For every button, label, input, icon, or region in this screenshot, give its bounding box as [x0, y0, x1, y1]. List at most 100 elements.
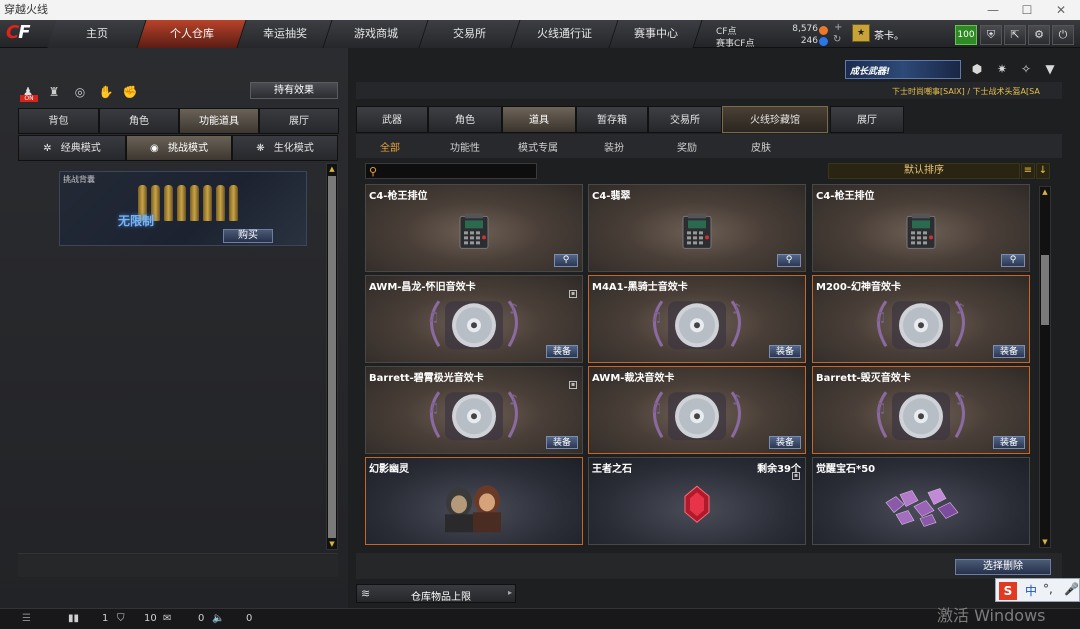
mode-tab[interactable]: ❋ 生化模式 [232, 135, 338, 161]
item-card[interactable]: AWM-裁决音效卡 ♫ ♪ 装备 [588, 366, 806, 454]
item-tab[interactable]: 展厅 [830, 106, 904, 133]
add-icon[interactable]: + [834, 22, 842, 33]
equip-button[interactable]: 装备 [545, 436, 578, 449]
featured-item-card[interactable]: 挑战背囊 无限制 购买 [59, 171, 307, 246]
emblem-icon-3[interactable]: ✧ [1018, 61, 1034, 77]
currency-panel: CF点 8,576 + 赛事CF点 246 ↻ [716, 22, 846, 49]
minimize-button[interactable]: — [976, 0, 1010, 20]
subtab[interactable]: 全部 [380, 139, 400, 154]
item-card[interactable]: 觉醒宝石*50 [812, 457, 1030, 545]
ime-toolbar[interactable]: S 中 °, 🎤 [995, 578, 1080, 602]
item-name: C4-翡翠 [592, 191, 631, 202]
capacity-label: 仓库物品上限 [411, 592, 471, 603]
left-tab[interactable]: 背包 [18, 108, 99, 134]
item-card[interactable]: C4-翡翠 ⚲ [588, 184, 806, 272]
zoom-icon[interactable]: ⚲ [777, 254, 801, 267]
shield-icon[interactable]: ⛨ [980, 25, 1002, 45]
svg-text:♪: ♪ [509, 392, 518, 408]
equip-button[interactable]: 装备 [992, 436, 1025, 449]
item-card[interactable]: M200-幻神音效卡 ♫ ♪ 装备 [812, 275, 1030, 363]
target-icon[interactable]: ◎ [72, 84, 88, 100]
left-scrollbar[interactable]: ▲ ▼ [326, 163, 338, 550]
item-scrollbar[interactable]: ▲ ▼ [1039, 186, 1051, 548]
nav-tab[interactable]: 游戏商城 [323, 20, 429, 48]
item-card[interactable]: Barrett-毁灭音效卡 ♫ ♪ 装备 [812, 366, 1030, 454]
buy-button[interactable]: 购买 [223, 229, 273, 243]
glove-icon[interactable]: ✊ [122, 84, 138, 100]
select-delete-button[interactable]: 选择删除 [955, 559, 1051, 575]
item-tab[interactable]: 角色 [428, 106, 502, 133]
nav-tab[interactable]: 火线通行证 [511, 20, 619, 48]
emblem-icon-2[interactable]: ✷ [994, 61, 1010, 77]
item-scroll-up-icon[interactable]: ▲ [1041, 188, 1049, 196]
item-card[interactable]: AWM-昌龙-怀旧音效卡 ▪ ♫ ♪ 装备 [365, 275, 583, 363]
nav-tab[interactable]: 幸运抽奖 [237, 20, 333, 48]
item-card[interactable]: M4A1-黑骑士音效卡 ♫ ♪ 装备 [588, 275, 806, 363]
nav-tab[interactable]: 赛事中心 [609, 20, 703, 48]
growth-weapon-banner[interactable]: 成长武器! [845, 60, 961, 79]
refresh-icon[interactable]: ↻ [833, 34, 841, 45]
list-view-icon[interactable]: ≡ [1021, 163, 1035, 179]
item-card[interactable]: C4-枪王排位 ⚲ [365, 184, 583, 272]
mic-icon[interactable]: 🎤 [1064, 582, 1079, 596]
exit-icon[interactable]: ⇱ [1004, 25, 1026, 45]
search-input[interactable]: ⚲ [365, 163, 537, 179]
subtab[interactable]: 功能性 [450, 139, 480, 154]
item-scroll-down-icon[interactable]: ▼ [1041, 538, 1049, 546]
hand-icon[interactable]: ✋ [98, 84, 114, 100]
subtab[interactable]: 奖励 [677, 139, 697, 154]
list-icon[interactable]: ☰ [22, 613, 31, 624]
ime-punct[interactable]: °, [1043, 582, 1053, 596]
item-card[interactable]: C4-枪王排位 ⚲ [812, 184, 1030, 272]
left-tab[interactable]: 角色 [99, 108, 179, 134]
gear-icon[interactable]: ⚙ [1028, 25, 1050, 45]
close-button[interactable]: ✕ [1044, 0, 1078, 20]
zoom-icon[interactable]: ⚲ [1001, 254, 1025, 267]
scroll-up-icon[interactable]: ▲ [328, 165, 336, 173]
maximize-button[interactable]: ☐ [1010, 0, 1044, 20]
speaker-icon[interactable]: 🔈 [212, 613, 224, 624]
power-icon[interactable]: ⏻ [1052, 25, 1074, 45]
item-scroll-thumb[interactable] [1041, 255, 1049, 325]
equip-button[interactable]: 装备 [992, 345, 1025, 358]
left-tab[interactable]: 展厅 [259, 108, 339, 134]
emblem-icon-1[interactable]: ⬢ [969, 61, 985, 77]
nav-tab-label: 个人仓库 [169, 27, 214, 40]
scroll-thumb[interactable] [328, 176, 336, 538]
featured-art-text: 无限制 [118, 214, 155, 228]
item-card[interactable]: 幻影幽灵 [365, 457, 583, 545]
item-name: C4-枪王排位 [816, 191, 875, 202]
item-tab[interactable]: 武器 [356, 106, 428, 133]
subtab[interactable]: 装扮 [604, 139, 624, 154]
item-tab[interactable]: 交易所 [648, 106, 722, 133]
mode-tab[interactable]: ◉ 挑战模式 [126, 135, 232, 161]
equip-button[interactable]: 装备 [768, 436, 801, 449]
subtab[interactable]: 皮肤 [751, 139, 771, 154]
lock-icon: ▪ [569, 290, 577, 298]
item-tab[interactable]: 火线珍藏馆 [722, 106, 828, 133]
item-tab[interactable]: 道具 [502, 106, 576, 133]
nav-tab[interactable]: 交易所 [419, 20, 521, 48]
left-tab[interactable]: 功能道具 [179, 108, 259, 134]
item-tab[interactable]: 暂存箱 [576, 106, 648, 133]
stats-icon[interactable]: ♜ [46, 84, 62, 100]
equip-button[interactable]: 装备 [545, 345, 578, 358]
nav-tab[interactable]: 个人仓库 [137, 20, 247, 48]
mode-tab[interactable]: ✲ 经典模式 [18, 135, 126, 161]
equip-button[interactable]: 装备 [768, 345, 801, 358]
emblem-icon-4[interactable]: ▼ [1042, 61, 1058, 77]
sort-down-icon[interactable]: ↓ [1036, 163, 1050, 179]
item-card[interactable]: 王者之石 剩余39个 ▪ [588, 457, 806, 545]
zoom-icon[interactable]: ⚲ [554, 254, 578, 267]
nav-tab[interactable]: 主页 [47, 20, 147, 48]
chat-icon[interactable]: ✉ [163, 613, 171, 624]
nav-tab-label: 游戏商城 [353, 27, 398, 40]
item-card[interactable]: Barrett-碧霄极光音效卡 ▪ ♫ ♪ 装备 [365, 366, 583, 454]
scroll-down-icon[interactable]: ▼ [328, 540, 336, 548]
capacity-bar[interactable]: ≋ 仓库物品上限 ▸ [356, 584, 516, 603]
svg-text:♫: ♫ [650, 309, 663, 325]
sort-select[interactable]: 默认排序 [828, 163, 1020, 179]
ime-lang[interactable]: 中 [1025, 582, 1037, 599]
held-effects-button[interactable]: 持有效果 [250, 82, 338, 99]
subtab[interactable]: 模式专属 [518, 139, 558, 154]
